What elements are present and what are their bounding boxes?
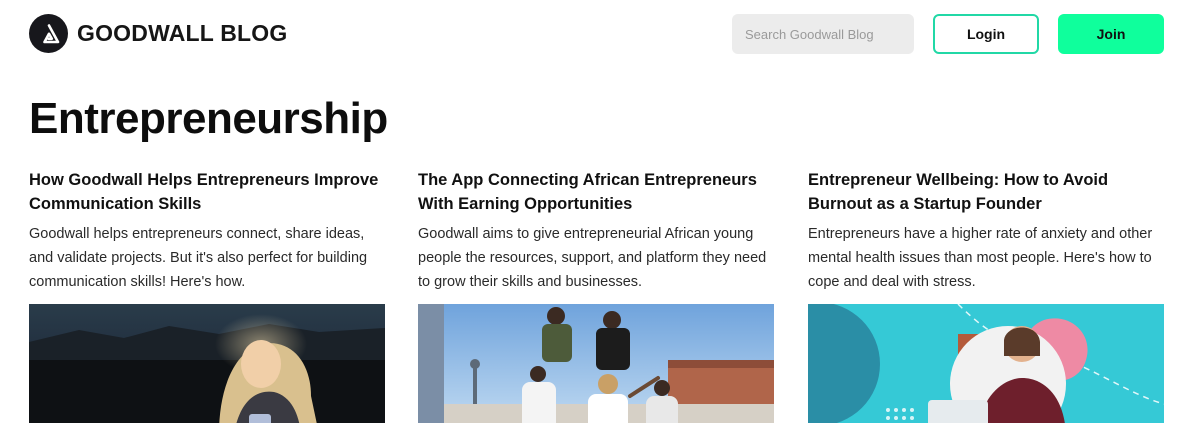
article-thumbnail[interactable]	[418, 304, 774, 423]
goodwall-logo-icon	[29, 14, 68, 53]
article-title-link[interactable]: The App Connecting African Entrepreneurs…	[418, 168, 774, 216]
article-card: Entrepreneur Wellbeing: How to Avoid Bur…	[808, 168, 1164, 423]
join-button[interactable]: Join	[1058, 14, 1164, 54]
article-card: The App Connecting African Entrepreneurs…	[418, 168, 774, 423]
goodwall-logo-link[interactable]: GOODWALL BLOG	[29, 14, 287, 53]
article-card: How Goodwall Helps Entrepreneurs Improve…	[29, 168, 385, 423]
page-title: Entrepreneurship	[29, 94, 388, 143]
brand-name: GOODWALL BLOG	[77, 20, 288, 46]
article-thumbnail[interactable]	[808, 304, 1164, 423]
search-input[interactable]	[732, 14, 914, 54]
article-thumbnail[interactable]	[29, 304, 385, 423]
article-excerpt: Entrepreneurs have a higher rate of anxi…	[808, 226, 1153, 290]
article-excerpt: Goodwall aims to give entrepreneurial Af…	[418, 226, 767, 290]
article-title-link[interactable]: Entrepreneur Wellbeing: How to Avoid Bur…	[808, 168, 1164, 216]
article-excerpt: Goodwall helps entrepreneurs connect, sh…	[29, 226, 368, 290]
login-button[interactable]: Login	[933, 14, 1039, 54]
article-title-link[interactable]: How Goodwall Helps Entrepreneurs Improve…	[29, 168, 385, 216]
site-header: GOODWALL BLOG Login Join	[0, 0, 1200, 70]
